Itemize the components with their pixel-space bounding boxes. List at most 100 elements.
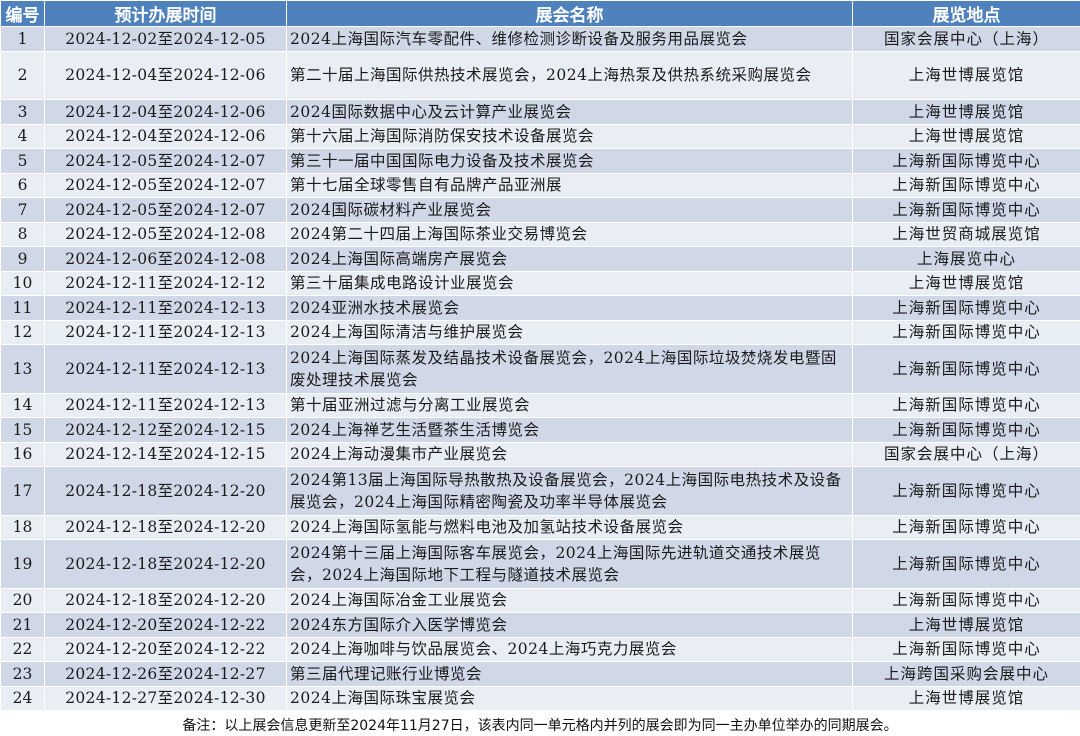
row-exhibition-name: 2024上海动漫集市产业展览会 xyxy=(286,441,853,467)
row-number: 21 xyxy=(0,612,45,638)
row-date: 2024-12-05至2024-12-07 xyxy=(44,172,287,198)
row-number: 22 xyxy=(0,636,45,662)
footnote: 备注：以上展会信息更新至2024年11月27日，该表内同一单元格内并列的展会即为… xyxy=(182,718,898,734)
row-venue: 上海新国际博览中心 xyxy=(852,539,1080,589)
row-number: 10 xyxy=(0,270,45,296)
row-number: 20 xyxy=(0,587,45,613)
row-venue: 上海世博展览馆 xyxy=(852,270,1080,296)
row-exhibition-name: 2024上海国际冶金工业展览会 xyxy=(286,587,853,613)
row-number: 5 xyxy=(0,148,45,174)
table-row: 2 2024-12-04至2024-12-06 第二十届上海国际供热技术展览会，20… xyxy=(0,50,1080,100)
row-number: 2 xyxy=(0,50,45,100)
row-exhibition-name: 2024上海国际蒸发及结晶技术设备展览会，2024上海国际垃圾焚烧发电暨固废处理… xyxy=(286,344,853,394)
row-date: 2024-12-18至2024-12-20 xyxy=(44,514,287,540)
row-venue: 上海世博展览馆 xyxy=(852,50,1080,100)
row-venue: 上海新国际博览中心 xyxy=(852,148,1080,174)
row-date: 2024-12-06至2024-12-08 xyxy=(44,246,287,272)
row-date: 2024-12-04至2024-12-06 xyxy=(44,50,287,100)
table-row: 21 2024-12-20至2024-12-22 2024东方国际介入医学博览会 上海… xyxy=(0,612,1080,638)
row-venue: 上海新国际博览中心 xyxy=(852,172,1080,198)
row-exhibition-name: 2024国际数据中心及云计算产业展览会 xyxy=(286,99,853,125)
table-row: 4 2024-12-04至2024-12-06 第十六届上海国际消防保安技术设备展览… xyxy=(0,123,1080,149)
table-row: 17 2024-12-18至2024-12-20 2024第13届上海国际导热散热及… xyxy=(0,466,1080,516)
row-venue: 上海世博展览馆 xyxy=(852,685,1080,711)
row-number: 14 xyxy=(0,392,45,418)
row-date: 2024-12-11至2024-12-12 xyxy=(44,270,287,296)
row-number: 13 xyxy=(0,344,45,394)
row-date: 2024-12-11至2024-12-13 xyxy=(44,344,287,394)
row-exhibition-name: 2024第13届上海国际导热散热及设备展览会，2024上海国际电热技术及设备展览… xyxy=(286,466,853,516)
row-date: 2024-12-02至2024-12-05 xyxy=(44,26,287,52)
row-venue: 国家会展中心（上海） xyxy=(852,441,1080,467)
row-exhibition-name: 第十届亚洲过滤与分离工业展览会 xyxy=(286,392,853,418)
row-date: 2024-12-05至2024-12-07 xyxy=(44,197,287,223)
table-row: 22 2024-12-20至2024-12-22 2024上海咖啡与饮品展览会、20… xyxy=(0,636,1080,662)
row-date: 2024-12-11至2024-12-13 xyxy=(44,319,287,345)
row-number: 8 xyxy=(0,221,45,247)
table-row: 7 2024-12-05至2024-12-07 2024国际碳材料产业展览会 上海新国… xyxy=(0,197,1080,223)
table-row: 11 2024-12-11至2024-12-13 2024亚洲水技术展览会 上海新国际… xyxy=(0,295,1080,321)
row-exhibition-name: 第三届代理记账行业博览会 xyxy=(286,661,853,687)
row-number: 23 xyxy=(0,661,45,687)
row-venue: 上海新国际博览中心 xyxy=(852,319,1080,345)
row-number: 12 xyxy=(0,319,45,345)
row-exhibition-name: 2024上海国际清洁与维护展览会 xyxy=(286,319,853,345)
row-venue: 上海新国际博览中心 xyxy=(852,587,1080,613)
row-exhibition-name: 2024上海国际氢能与燃料电池及加氢站技术设备展览会 xyxy=(286,514,853,540)
table-row: 6 2024-12-05至2024-12-07 第十七届全球零售自有品牌产品亚洲展上… xyxy=(0,172,1080,198)
table-row: 12 2024-12-11至2024-12-13 2024上海国际清洁与维护展览会上… xyxy=(0,319,1080,345)
row-number: 1 xyxy=(0,26,45,52)
row-exhibition-name: 2024上海国际高端房产展览会 xyxy=(286,246,853,272)
row-venue: 上海跨国采购会展中心 xyxy=(852,661,1080,687)
row-exhibition-name: 第十七届全球零售自有品牌产品亚洲展 xyxy=(286,172,853,198)
row-venue: 上海新国际博览中心 xyxy=(852,197,1080,223)
row-venue: 上海世博展览馆 xyxy=(852,99,1080,125)
row-date: 2024-12-04至2024-12-06 xyxy=(44,99,287,125)
table-row: 10 2024-12-11至2024-12-12 第三十届集成电路设计业展览会 上海世… xyxy=(0,270,1080,296)
row-date: 2024-12-27至2024-12-30 xyxy=(44,685,287,711)
exhibition-schedule: 编号 预计办展时间 展会名称 展览地点 1 2024-12-02至2024-12-… xyxy=(0,0,1080,736)
row-number: 11 xyxy=(0,295,45,321)
table-row: 9 2024-12-06至2024-12-08 2024上海国际高端房产展览会 上海展… xyxy=(0,246,1080,272)
row-date: 2024-12-18至2024-12-20 xyxy=(44,539,287,589)
row-venue: 上海新国际博览中心 xyxy=(852,417,1080,443)
table-row: 1 2024-12-02至2024-12-05 2024上海国际汽车零配件、维修检测… xyxy=(0,26,1080,52)
table-row: 5 2024-12-05至2024-12-07 第三十一届中国国际电力设备及技术展览… xyxy=(0,148,1080,174)
row-date: 2024-12-05至2024-12-07 xyxy=(44,148,287,174)
row-exhibition-name: 2024国际碳材料产业展览会 xyxy=(286,197,853,223)
row-number: 17 xyxy=(0,466,45,516)
table-row: 16 2024-12-14至2024-12-15 2024上海动漫集市产业展览会 国家… xyxy=(0,441,1080,467)
row-exhibition-name: 第三十一届中国国际电力设备及技术展览会 xyxy=(286,148,853,174)
row-number: 7 xyxy=(0,197,45,223)
table-row: 23 2024-12-26至2024-12-27 第三届代理记账行业博览会 上海跨国采… xyxy=(0,661,1080,687)
row-venue: 上海新国际博览中心 xyxy=(852,636,1080,662)
row-venue: 上海新国际博览中心 xyxy=(852,295,1080,321)
row-exhibition-name: 2024东方国际介入医学博览会 xyxy=(286,612,853,638)
table-row: 14 2024-12-11至2024-12-13 第十届亚洲过滤与分离工业展览会 上海… xyxy=(0,392,1080,418)
row-venue: 上海世贸商城展览馆 xyxy=(852,221,1080,247)
row-venue: 上海展览中心 xyxy=(852,246,1080,272)
header-venue: 展览地点 xyxy=(852,0,1080,27)
row-date: 2024-12-26至2024-12-27 xyxy=(44,661,287,687)
row-venue: 上海世博展览馆 xyxy=(852,612,1080,638)
row-date: 2024-12-11至2024-12-13 xyxy=(44,295,287,321)
row-date: 2024-12-14至2024-12-15 xyxy=(44,441,287,467)
row-exhibition-name: 2024第十三届上海国际客车展览会，2024上海国际先进轨道交通技术展览会，20… xyxy=(286,539,853,589)
row-date: 2024-12-18至2024-12-20 xyxy=(44,466,287,516)
table-row: 20 2024-12-18至2024-12-20 2024上海国际冶金工业展览会 上海… xyxy=(0,587,1080,613)
table-row: 19 2024-12-18至2024-12-20 2024第十三届上海国际客车展览会… xyxy=(0,539,1080,589)
row-number: 4 xyxy=(0,123,45,149)
row-date: 2024-12-12至2024-12-15 xyxy=(44,417,287,443)
table-row: 18 2024-12-18至2024-12-20 2024上海国际氢能与燃料电池及加… xyxy=(0,514,1080,540)
row-number: 19 xyxy=(0,539,45,589)
row-exhibition-name: 2024上海咖啡与饮品展览会、2024上海巧克力展览会 xyxy=(286,636,853,662)
row-exhibition-name: 2024亚洲水技术展览会 xyxy=(286,295,853,321)
row-number: 3 xyxy=(0,99,45,125)
table-row: 15 2024-12-12至2024-12-15 2024上海禅艺生活暨茶生活博览会… xyxy=(0,417,1080,443)
row-exhibition-name: 第十六届上海国际消防保安技术设备展览会 xyxy=(286,123,853,149)
table-row: 24 2024-12-27至2024-12-30 2024上海国际珠宝展览会 上海世博… xyxy=(0,685,1080,711)
row-number: 6 xyxy=(0,172,45,198)
row-exhibition-name: 2024上海禅艺生活暨茶生活博览会 xyxy=(286,417,853,443)
row-venue: 上海新国际博览中心 xyxy=(852,344,1080,394)
header-name: 展会名称 xyxy=(286,0,853,27)
